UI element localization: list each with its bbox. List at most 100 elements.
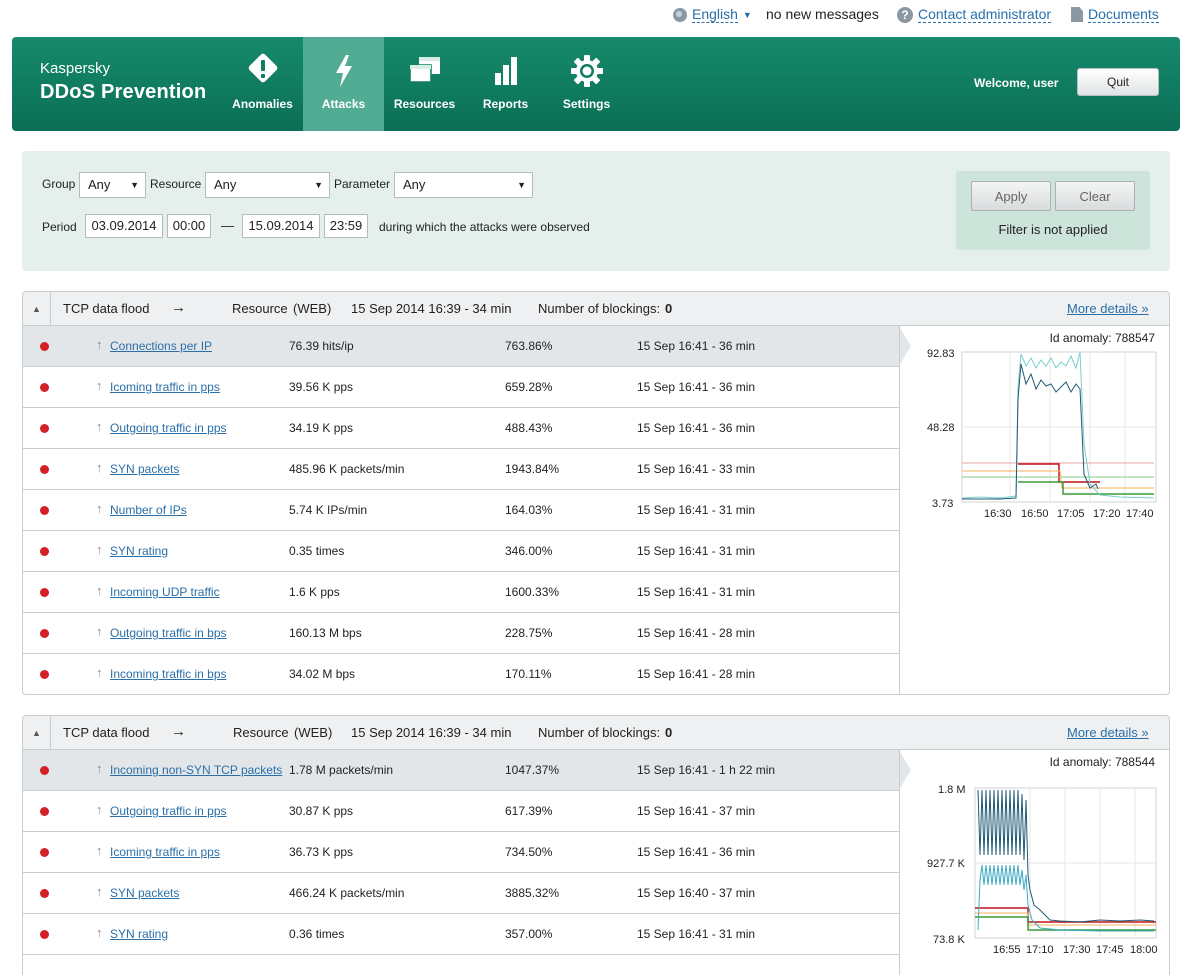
parameter-list: ↑ Connections per IP 76.39 hits/ip 763.8… bbox=[23, 326, 911, 694]
chevron-up-icon: ▲ bbox=[32, 303, 41, 314]
documents[interactable]: Documents bbox=[1071, 6, 1159, 23]
brand-line2: DDoS Prevention bbox=[40, 81, 207, 103]
parameter-time: 15 Sep 16:41 - 36 min bbox=[637, 845, 756, 859]
tab-attacks[interactable]: Attacks bbox=[303, 37, 384, 131]
parameter-link[interactable]: SYN packets bbox=[110, 462, 179, 476]
tab-settings-label: Settings bbox=[562, 97, 611, 111]
parameter-value: 466.24 K packets/min bbox=[289, 886, 405, 900]
table-row[interactable]: ↑ Connections per IP 76.39 hits/ip 763.8… bbox=[23, 326, 911, 367]
collapse-toggle[interactable]: ▲ bbox=[23, 716, 51, 749]
x-tick: 17:45 bbox=[1096, 944, 1124, 956]
attack-header: ▲ TCP data flood → Resource (WEB) 15 Sep… bbox=[23, 292, 1169, 326]
filter-status: Filter is not applied bbox=[998, 222, 1108, 237]
blockings-count: 0 bbox=[665, 301, 673, 316]
y-tick: 927.7 K bbox=[927, 858, 966, 870]
parameter-percent: 1047.37% bbox=[505, 763, 560, 777]
table-row[interactable]: ↑ Incoming UDP traffic 1.6 K pps 1600.33… bbox=[23, 572, 899, 613]
table-row[interactable]: ↑ Outgoing traffic in bps 160.13 M bps 2… bbox=[23, 613, 899, 654]
resource-name: (WEB) bbox=[293, 301, 332, 316]
parameter-percent: 357.00% bbox=[505, 927, 553, 941]
attack-header: ▲ TCP data flood → Resource (WEB) 15 Sep… bbox=[23, 716, 1169, 750]
windows-icon bbox=[408, 57, 440, 83]
x-tick: 17:40 bbox=[1126, 508, 1154, 520]
blockings-label: Number of blockings: bbox=[538, 301, 661, 316]
parameter-percent: 659.28% bbox=[505, 380, 553, 394]
date-to-input[interactable]: 15.09.2014 bbox=[242, 214, 320, 238]
parameter-percent: 1943.84% bbox=[505, 462, 560, 476]
main-nav: Anomalies Attacks Resources Reports Sett… bbox=[222, 37, 627, 131]
quit-button[interactable]: Quit bbox=[1077, 68, 1159, 96]
contact-admin-link[interactable]: Contact administrator bbox=[918, 6, 1052, 23]
parameter-link[interactable]: Outgoing traffic in pps bbox=[110, 421, 227, 435]
resource-label: Resource bbox=[232, 301, 288, 316]
tab-settings[interactable]: Settings bbox=[546, 37, 627, 131]
collapse-toggle[interactable]: ▲ bbox=[23, 292, 51, 325]
table-row[interactable]: ↑ Icoming traffic in pps 39.56 K pps 659… bbox=[23, 367, 899, 408]
table-row[interactable]: ↑ Incoming non-SYN TCP packets 1.78 M pa… bbox=[23, 750, 911, 791]
parameter-select-value: Any bbox=[403, 177, 426, 192]
language-link[interactable]: English bbox=[692, 6, 738, 23]
parameter-label: Parameter bbox=[334, 177, 391, 191]
table-row[interactable]: ↑ SYN rating 0.35 times 346.00% 15 Sep 1… bbox=[23, 531, 899, 572]
table-row[interactable]: ↑ Outgoing traffic in pps 34.19 K pps 48… bbox=[23, 408, 899, 449]
status-dot-icon bbox=[40, 670, 49, 679]
table-row[interactable]: ↑ Number of IPs 5.74 K IPs/min 164.03% 1… bbox=[23, 490, 899, 531]
language-selector[interactable]: English ▼ bbox=[673, 6, 752, 23]
parameter-value: 0.35 times bbox=[289, 544, 345, 558]
more-details-link[interactable]: More details » bbox=[1067, 725, 1149, 740]
parameter-link[interactable]: Incoming traffic in bps bbox=[110, 667, 227, 681]
status-dot-icon bbox=[40, 547, 49, 556]
tab-anomalies[interactable]: Anomalies bbox=[222, 37, 303, 131]
table-row[interactable]: ↑ Outgoing traffic in pps 30.87 K pps 61… bbox=[23, 791, 899, 832]
parameter-link[interactable]: Number of IPs bbox=[110, 503, 187, 517]
parameter-link[interactable]: SYN rating bbox=[110, 927, 168, 941]
clear-button[interactable]: Clear bbox=[1055, 181, 1135, 211]
parameter-value: 160.13 M bps bbox=[289, 626, 362, 640]
y-tick: 48.28 bbox=[927, 422, 955, 434]
parameter-value: 34.02 M bps bbox=[289, 667, 356, 681]
more-details-link[interactable]: More details » bbox=[1067, 301, 1149, 316]
welcome-text: Welcome, user bbox=[974, 76, 1059, 90]
arrow-up-icon: ↑ bbox=[96, 665, 103, 680]
apply-button[interactable]: Apply bbox=[971, 181, 1051, 211]
arrow-up-icon: ↑ bbox=[96, 460, 103, 475]
table-row[interactable]: ↑ Icoming traffic in pps 36.73 K pps 734… bbox=[23, 832, 899, 873]
time-from-input[interactable]: 00:00 bbox=[167, 214, 211, 238]
chevron-down-icon: ▼ bbox=[130, 180, 139, 190]
parameter-time: 15 Sep 16:41 - 36 min bbox=[637, 339, 756, 353]
anomaly-id: Id anomaly: 788547 bbox=[1049, 331, 1155, 345]
parameter-link[interactable]: SYN rating bbox=[110, 544, 168, 558]
brand-line1: Kaspersky bbox=[40, 60, 111, 77]
documents-link[interactable]: Documents bbox=[1088, 6, 1159, 23]
parameter-value: 30.87 K pps bbox=[289, 804, 354, 818]
table-row[interactable]: ↑ SYN packets 485.96 K packets/min 1943.… bbox=[23, 449, 899, 490]
table-row[interactable]: ↑ SYN rating 0.36 times 357.00% 15 Sep 1… bbox=[23, 914, 899, 955]
parameter-link[interactable]: SYN packets bbox=[110, 886, 179, 900]
resource-select[interactable]: Any ▼ bbox=[205, 172, 330, 198]
parameter-link[interactable]: Outgoing traffic in pps bbox=[110, 804, 227, 818]
group-select-value: Any bbox=[88, 177, 111, 192]
parameter-link[interactable]: Icoming traffic in pps bbox=[110, 380, 220, 394]
status-dot-icon bbox=[40, 889, 49, 898]
date-from-input[interactable]: 03.09.2014 bbox=[85, 214, 163, 238]
time-to-input[interactable]: 23:59 bbox=[324, 214, 368, 238]
tab-attacks-label: Attacks bbox=[321, 97, 366, 111]
arrow-up-icon: ↑ bbox=[96, 542, 103, 557]
table-row[interactable]: ↑ SYN packets 466.24 K packets/min 3885.… bbox=[23, 873, 899, 914]
status-dot-icon bbox=[40, 848, 49, 857]
parameter-select[interactable]: Any ▼ bbox=[394, 172, 533, 198]
parameter-link[interactable]: Incoming UDP traffic bbox=[110, 585, 220, 599]
tab-reports[interactable]: Reports bbox=[465, 37, 546, 131]
status-dot-icon bbox=[40, 629, 49, 638]
y-tick: 3.73 bbox=[932, 498, 953, 510]
parameter-link[interactable]: Icoming traffic in pps bbox=[110, 845, 220, 859]
tab-reports-label: Reports bbox=[482, 97, 529, 111]
parameter-link[interactable]: Connections per IP bbox=[110, 339, 212, 353]
parameter-link[interactable]: Incoming non-SYN TCP packets bbox=[110, 763, 282, 777]
tab-resources[interactable]: Resources bbox=[384, 37, 465, 131]
anomaly-chart: Id anomaly: 788547 92.83 48.28 3.73 16:3… bbox=[899, 326, 1169, 694]
group-select[interactable]: Any ▼ bbox=[79, 172, 146, 198]
table-row[interactable]: ↑ Incoming traffic in bps 34.02 M bps 17… bbox=[23, 654, 899, 694]
parameter-link[interactable]: Outgoing traffic in bps bbox=[110, 626, 227, 640]
contact-admin[interactable]: ? Contact administrator bbox=[897, 6, 1052, 23]
